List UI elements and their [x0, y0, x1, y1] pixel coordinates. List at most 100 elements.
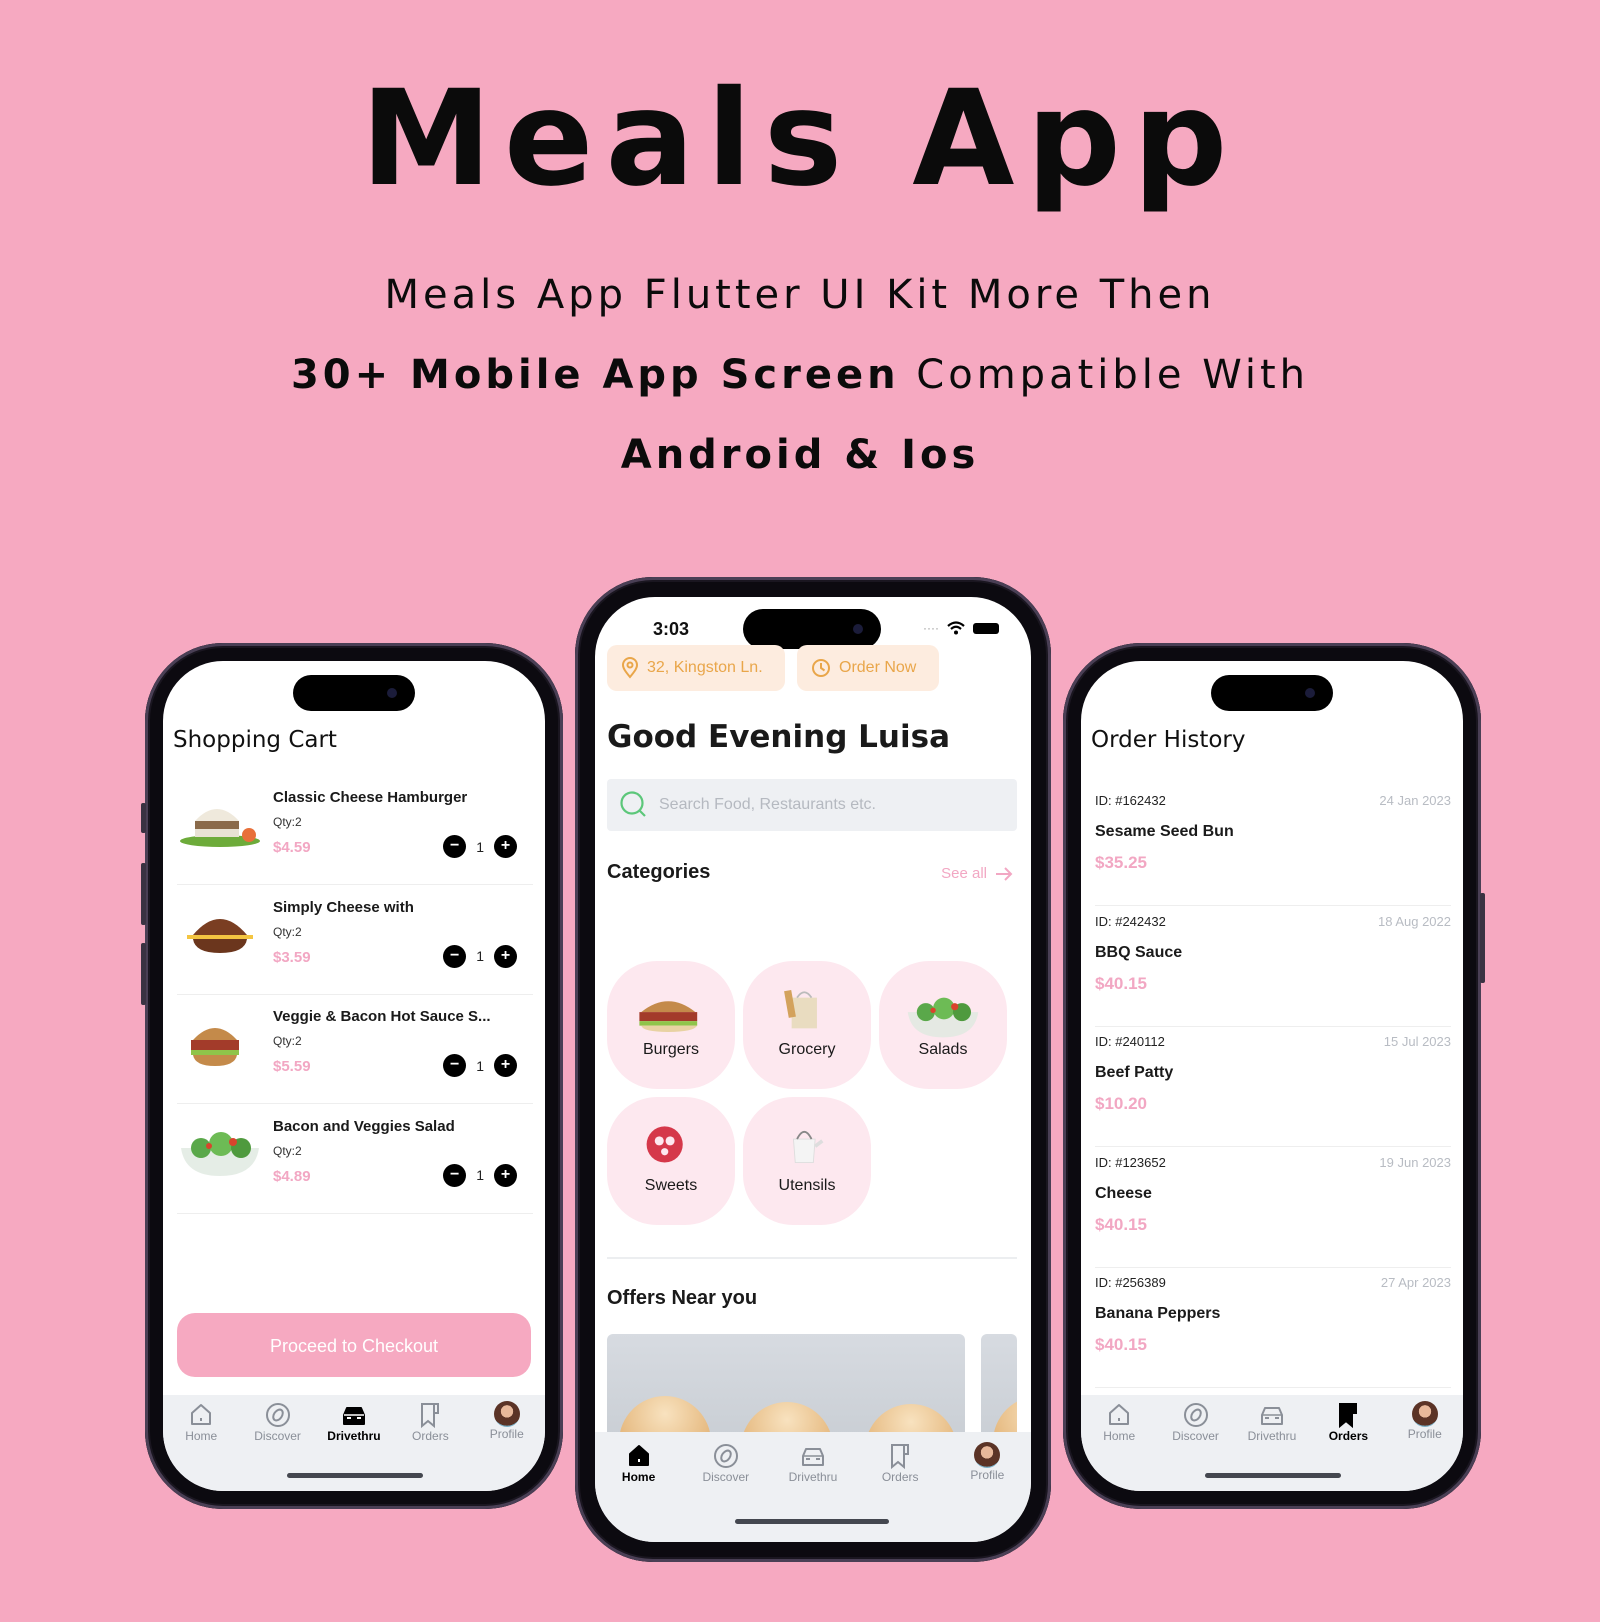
- page-title: Order History: [1091, 727, 1246, 753]
- order-row[interactable]: ID: #242432 18 Aug 2022 BBQ Sauce $40.15: [1095, 902, 1451, 1027]
- clock-icon: [812, 659, 830, 677]
- quantity-stepper: −1 +: [443, 1163, 517, 1187]
- increment-button[interactable]: +: [494, 944, 517, 968]
- tab-home[interactable]: Home: [595, 1442, 682, 1542]
- wifi-icon: [947, 621, 965, 635]
- offer-card[interactable]: [981, 1334, 1017, 1444]
- quantity-value: 1: [476, 1167, 484, 1183]
- arrow-right-icon: [996, 866, 1013, 881]
- quantity-value: 1: [476, 948, 484, 964]
- cart-item[interactable]: Bacon and Veggies Salad Qty:2 $4.89 −1 +: [177, 1100, 533, 1214]
- search-input[interactable]: Search Food, Restaurants etc.: [607, 779, 1017, 831]
- cart-item[interactable]: Simply Cheese with Qty:2 $3.59 −1 +: [177, 881, 533, 995]
- decrement-button[interactable]: −: [443, 1163, 467, 1187]
- category-grocery[interactable]: Grocery: [743, 961, 871, 1089]
- item-name: Bacon and Veggies Salad: [273, 1117, 455, 1135]
- order-item-name: Banana Peppers: [1095, 1305, 1221, 1322]
- location-chip[interactable]: 32, Kingston Ln.: [607, 645, 785, 691]
- quantity-value: 1: [476, 838, 484, 855]
- order-price: $35.25: [1095, 853, 1147, 872]
- car-icon: [799, 1442, 827, 1470]
- offer-card[interactable]: [607, 1334, 965, 1444]
- order-now-chip[interactable]: Order Now: [797, 645, 939, 691]
- tab-profile[interactable]: Profile: [1387, 1401, 1463, 1491]
- tab-home[interactable]: Home: [1081, 1401, 1157, 1491]
- item-name: Veggie & Bacon Hot Sauce S...: [273, 1008, 491, 1025]
- order-date: 24 Jan 2023: [1379, 793, 1451, 808]
- hero-subtitle-line-3: Android & Ios: [620, 432, 980, 478]
- proceed-to-checkout-button[interactable]: Proceed to Checkout: [177, 1313, 531, 1377]
- category-utensils[interactable]: Utensils: [743, 1097, 871, 1225]
- tab-label: Discover: [1172, 1429, 1219, 1443]
- order-row[interactable]: ID: #240112 15 Jul 2023 Beef Patty $10.20: [1095, 1022, 1451, 1147]
- order-price: $40.15: [1095, 973, 1147, 993]
- profile-avatar: [1411, 1401, 1438, 1427]
- item-qty: Qty:2: [273, 1034, 302, 1048]
- item-price: $5.59: [273, 1058, 311, 1075]
- increment-button[interactable]: +: [494, 835, 517, 858]
- tab-home[interactable]: Home: [163, 1401, 239, 1491]
- increment-button[interactable]: +: [494, 1054, 517, 1077]
- bottom-tab-bar: Home Discover Drivethru Orders Profile: [595, 1432, 1031, 1542]
- category-burgers[interactable]: Burgers: [607, 961, 735, 1089]
- home-icon: [187, 1401, 215, 1429]
- orders-icon: [1334, 1401, 1362, 1429]
- tab-label: Orders: [881, 1470, 919, 1484]
- decrement-button[interactable]: −: [443, 835, 467, 858]
- grocery-bag-image: [767, 985, 847, 1033]
- search-placeholder: Search Food, Restaurants etc.: [659, 796, 876, 813]
- tab-label: Discover: [254, 1429, 301, 1443]
- order-price: $10.20: [1095, 1094, 1147, 1113]
- tab-orders[interactable]: Orders: [857, 1442, 944, 1542]
- greeting-heading: Good Evening Luisa: [607, 719, 950, 755]
- tab-drivethru[interactable]: Drivethru: [769, 1442, 856, 1542]
- tab-label: Home: [1103, 1429, 1136, 1443]
- quantity-stepper: −1 +: [443, 944, 517, 968]
- discover-icon: [712, 1442, 740, 1470]
- cart-item[interactable]: Classic Cheese Hamburger Qty:2 $4.59 −1 +: [177, 771, 533, 885]
- tab-profile[interactable]: Profile: [944, 1442, 1031, 1542]
- increment-button[interactable]: +: [494, 1163, 517, 1187]
- category-sweets[interactable]: Sweets: [607, 1097, 735, 1225]
- cart-screen: Shopping Cart Classic Cheese Hamburger Qt…: [163, 661, 545, 1491]
- category-salads[interactable]: Salads: [879, 961, 1007, 1089]
- category-label: Burgers: [642, 1041, 700, 1058]
- order-row[interactable]: ID: #162432 24 Jan 2023 Sesame Seed Bun $35…: [1095, 781, 1451, 906]
- burger-image: [631, 985, 711, 1033]
- car-icon: [340, 1401, 368, 1429]
- tab-label: Profile: [489, 1427, 524, 1441]
- order-row[interactable]: ID: #256389 27 Apr 2023 Banana Peppers $40.…: [1095, 1263, 1451, 1388]
- salad-bowl-image: [903, 985, 983, 1038]
- dynamic-island: [743, 609, 881, 649]
- decrement-button[interactable]: −: [443, 1054, 467, 1077]
- camera-dot: [853, 624, 863, 634]
- phone-side-button: [141, 943, 146, 1005]
- phone-shopping-cart: Shopping Cart Classic Cheese Hamburger Qt…: [141, 643, 563, 1509]
- order-row[interactable]: ID: #123652 19 Jun 2023 Cheese $40.15: [1095, 1143, 1451, 1268]
- order-item-name: Sesame Seed Bun: [1095, 823, 1234, 840]
- see-all-link[interactable]: See all: [941, 865, 1013, 882]
- tab-profile[interactable]: Profile: [469, 1401, 545, 1491]
- tab-label: Profile: [1407, 1427, 1442, 1441]
- tab-label: Orders: [412, 1429, 449, 1443]
- item-qty: Qty:2: [273, 1143, 302, 1158]
- order-price: $40.15: [1095, 1335, 1147, 1354]
- decrement-button[interactable]: −: [443, 944, 467, 968]
- status-time: 3:03: [653, 619, 690, 639]
- order-now-text: Order Now: [839, 659, 917, 676]
- orders-screen: Order History ID: #162432 24 Jan 2023 Sesa…: [1081, 661, 1463, 1491]
- camera-dot: [1305, 688, 1315, 698]
- item-qty: Qty:2: [273, 924, 302, 939]
- tab-label: Discover: [702, 1470, 750, 1484]
- quantity-stepper: −1 +: [443, 835, 517, 858]
- cheese-bun-image: [177, 899, 263, 961]
- tab-discover[interactable]: Discover: [682, 1442, 769, 1542]
- camera-dot: [387, 688, 397, 698]
- hero-title: Meals App: [360, 62, 1240, 216]
- order-date: 27 Apr 2023: [1380, 1275, 1451, 1290]
- home-indicator: [735, 1519, 889, 1524]
- orders-icon: [416, 1401, 444, 1429]
- burger-with-salad-image: [177, 789, 263, 851]
- cart-item[interactable]: Veggie & Bacon Hot Sauce S... Qty:2 $5.59 −…: [177, 990, 533, 1104]
- category-label: Utensils: [778, 1177, 836, 1194]
